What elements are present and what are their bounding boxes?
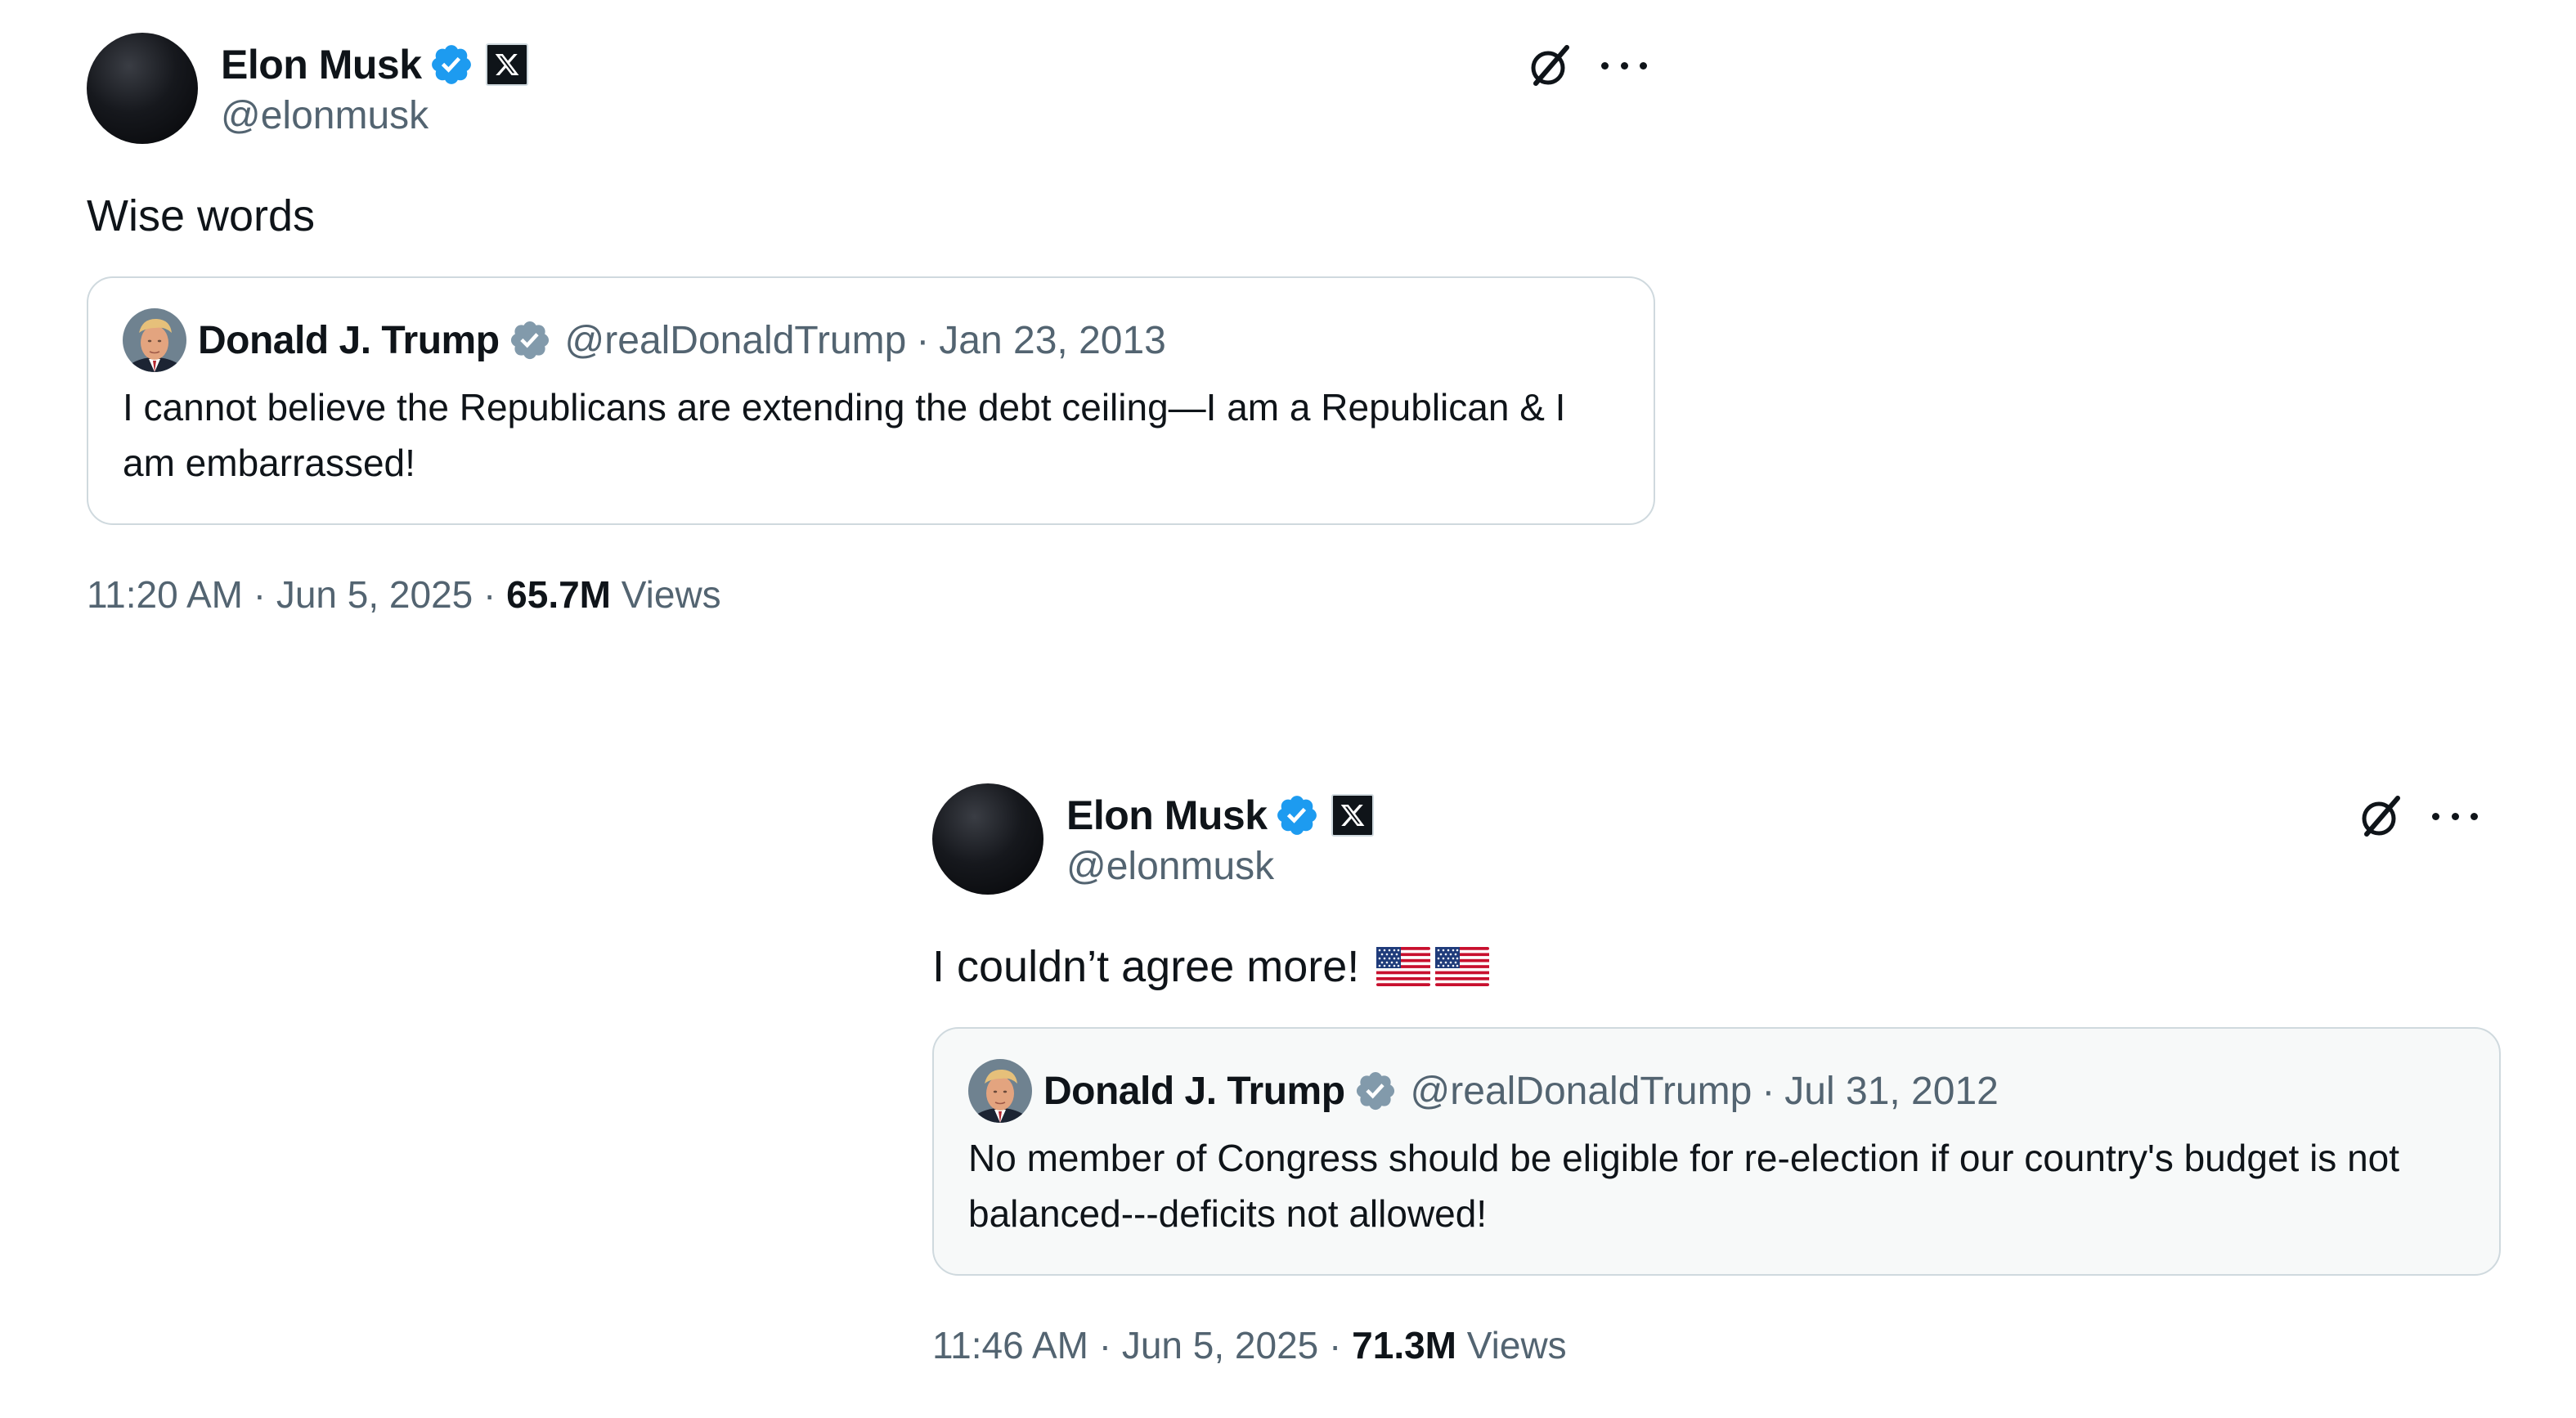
quoted-author-avatar[interactable] xyxy=(968,1059,1032,1123)
author-name[interactable]: Elon Musk xyxy=(1066,792,1268,839)
verified-badge-icon[interactable] xyxy=(429,42,474,88)
grok-icon[interactable] xyxy=(2354,790,2408,844)
quoted-tweet-date[interactable]: Jul 31, 2012 xyxy=(1784,1069,1999,1114)
tweet: Elon Musk @elonmusk I couldn’t agree mor… xyxy=(932,783,2501,1367)
quoted-tweet-header: Donald J. Trump @realDonaldTrump · Jul 3… xyxy=(968,1058,2465,1124)
tweet-header: Elon Musk @elonmusk xyxy=(87,33,1655,144)
quoted-tweet-date[interactable]: Jan 23, 2013 xyxy=(939,318,1166,363)
dot xyxy=(1640,61,1647,70)
tweet: Elon Musk @elonmusk Wise words Donald J.… xyxy=(87,33,1655,617)
tweet-text: Wise words xyxy=(87,191,316,240)
emoji-flags xyxy=(1371,942,1489,991)
tweet-metadata: 11:46 AM · Jun 5, 2025 · 71.3M Views xyxy=(932,1323,2501,1367)
quoted-tweet-text: I cannot believe the Republicans are ext… xyxy=(123,386,1566,484)
tweet-header: Elon Musk @elonmusk xyxy=(932,783,2501,895)
separator: · xyxy=(1098,1324,1112,1366)
views-label: Views xyxy=(621,573,721,616)
dot xyxy=(2451,812,2459,820)
dot xyxy=(2432,812,2439,820)
separator: · xyxy=(1329,1324,1342,1366)
quoted-author-name[interactable]: Donald J. Trump xyxy=(198,318,500,363)
quoted-tweet-header: Donald J. Trump @realDonaldTrump · Jan 2… xyxy=(123,307,1619,373)
dot xyxy=(2471,812,2478,820)
verified-badge-icon[interactable] xyxy=(508,318,552,362)
quoted-author-handle[interactable]: @realDonaldTrump xyxy=(565,318,907,363)
author-name-row: Elon Musk xyxy=(221,36,528,93)
tweet-time[interactable]: 11:46 AM xyxy=(932,1324,1088,1366)
quoted-tweet[interactable]: Donald J. Trump @realDonaldTrump · Jul 3… xyxy=(932,1027,2501,1276)
tweet-date[interactable]: Jun 5, 2025 xyxy=(276,573,473,616)
tweet-time[interactable]: 11:20 AM xyxy=(87,573,243,616)
avatar[interactable] xyxy=(932,783,1043,895)
more-options-icon[interactable] xyxy=(1601,43,1647,88)
views-count[interactable]: 65.7M xyxy=(506,573,611,616)
dot xyxy=(1601,61,1609,70)
quoted-author-avatar[interactable] xyxy=(123,308,186,372)
tweet-text: I couldn’t agree more! xyxy=(932,937,2501,996)
tweet-text-body: I couldn’t agree more! xyxy=(932,942,1360,991)
grok-icon[interactable] xyxy=(1523,39,1577,93)
views-label: Views xyxy=(1466,1324,1567,1366)
verified-badge-icon[interactable] xyxy=(1274,792,1320,838)
quoted-tweet[interactable]: Donald J. Trump @realDonaldTrump · Jan 2… xyxy=(87,276,1655,525)
tweet-date[interactable]: Jun 5, 2025 xyxy=(1122,1324,1318,1366)
author-handle[interactable]: @elonmusk xyxy=(221,93,429,138)
x-logo-icon[interactable] xyxy=(1331,794,1374,837)
tweet-metadata: 11:20 AM · Jun 5, 2025 · 65.7M Views xyxy=(87,572,1655,617)
views-count[interactable]: 71.3M xyxy=(1352,1324,1456,1366)
separator: · xyxy=(1761,1069,1775,1113)
author-handle[interactable]: @elonmusk xyxy=(1066,844,1274,889)
avatar[interactable] xyxy=(87,33,198,144)
separator: · xyxy=(483,573,496,616)
quoted-tweet-text: No member of Congress should be eligible… xyxy=(968,1137,2400,1235)
quoted-author-name[interactable]: Donald J. Trump xyxy=(1043,1069,1345,1114)
us-flag-icon xyxy=(1435,947,1489,986)
separator: · xyxy=(916,318,930,362)
dot xyxy=(1620,61,1628,70)
us-flag-icon xyxy=(1376,947,1430,986)
separator: · xyxy=(253,573,267,616)
more-options-icon[interactable] xyxy=(2432,793,2478,839)
author-name[interactable]: Elon Musk xyxy=(221,41,422,88)
verified-badge-icon[interactable] xyxy=(1353,1069,1398,1113)
x-logo-icon[interactable] xyxy=(485,43,528,86)
author-name-row: Elon Musk xyxy=(1066,787,1374,844)
quoted-author-handle[interactable]: @realDonaldTrump xyxy=(1411,1069,1752,1114)
